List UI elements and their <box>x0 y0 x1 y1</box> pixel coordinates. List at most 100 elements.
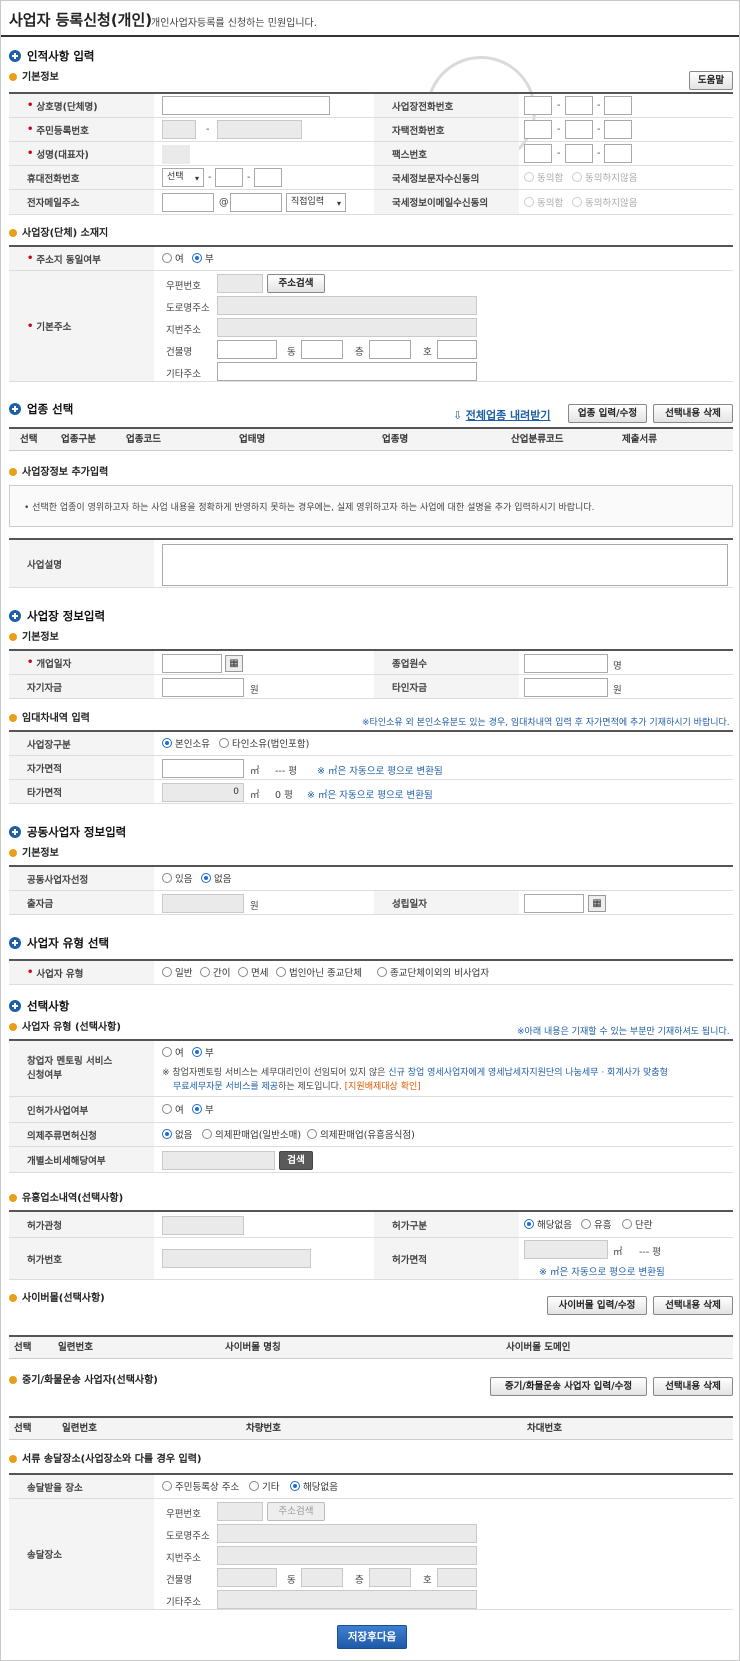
own-capital-input[interactable] <box>162 678 244 697</box>
bullet-icon <box>9 714 17 722</box>
delivery-dong-input <box>301 1568 343 1587</box>
name-value <box>162 145 190 164</box>
bullet-icon <box>9 1023 17 1031</box>
biz-phone-2[interactable] <box>565 96 593 115</box>
email-disagree-radio[interactable]: 동의하지않음 <box>572 197 637 209</box>
permit-danran-radio[interactable]: 단란 <box>622 1219 652 1231</box>
lease-other-radio[interactable]: 타인소유(법인포함) <box>219 738 309 750</box>
label-biztype: 사업자 유형 <box>36 968 84 980</box>
lease-form: 사업장구분 본인소유 타인소유(법인포함) 자가면적 ㎡ --- 평 ※ ㎡은 … <box>9 730 733 804</box>
optional-note: ※아래 내용은 기재할 수 있는 부분만 기재하셔도 됩니다. <box>517 1027 730 1037</box>
lease-note: ※타인소유 외 본인소유분도 있는 경우, 임대차내역 입력 후 자가면적에 추… <box>362 718 730 728</box>
industry-delete-button[interactable]: 선택내용 삭제 <box>653 404 733 423</box>
calendar-icon[interactable]: ▦ <box>588 895 606 912</box>
excise-input <box>162 1151 275 1170</box>
excise-search-button[interactable]: 검색 <box>279 1151 313 1170</box>
liquor-restaurant-radio[interactable]: 의제판매업(유흥음식점) <box>307 1129 415 1141</box>
row-email: 전자메일주소 @ 직접입력 ▾ 국세정보이메일수신동의 동의함 동의하지않음 <box>9 190 733 215</box>
save-next-button[interactable]: 저장후다음 <box>337 1625 407 1649</box>
freight-input-button[interactable]: 중기/화물운송 사업자 입력/수정 <box>490 1377 647 1396</box>
workplace-form: • 개업일자 ▦ 종업원수 명 자기자금 원 타인자금 원 <box>9 649 733 699</box>
section-workplace: 사업장 정보입력 <box>9 608 105 624</box>
open-date-input[interactable] <box>162 654 222 673</box>
dong-input[interactable] <box>301 340 343 359</box>
mentoring-note-line1: ※ 창업자멘토링 서비스는 세무대리인이 선임되어 있지 않은 신규 창업 영세… <box>162 1068 668 1078</box>
sms-agree-radio[interactable]: 동의함 <box>524 172 563 184</box>
label-sms-agree: 국세정보문자수신동의 <box>392 173 480 185</box>
joint-no-radio[interactable]: 없음 <box>201 873 231 885</box>
license-yes-radio[interactable]: 여 <box>162 1104 184 1116</box>
home-phone-3[interactable] <box>604 120 632 139</box>
delivery-floor-input <box>369 1568 411 1587</box>
permit-no-input <box>162 1249 311 1268</box>
resident-no-2 <box>217 120 302 139</box>
label-mentoring: 창업자 멘토링 서비스 신청여부 <box>27 1055 113 1081</box>
permit-entertain-radio[interactable]: 유흥 <box>581 1219 611 1231</box>
own-area-input[interactable] <box>162 759 244 778</box>
delivery-other-radio[interactable]: 기타 <box>249 1481 279 1493</box>
fax-3[interactable] <box>604 144 632 163</box>
est-date-input[interactable] <box>524 894 584 913</box>
industry-table-header: 선택 업종구분 업종코드 업태명 업종명 산업분류코드 제출서류 <box>9 427 733 451</box>
email-agree-radio[interactable]: 동의함 <box>524 197 563 209</box>
biztype-religious-radio[interactable]: 법인아닌 종교단체 <box>276 967 362 979</box>
email-domain-input[interactable] <box>230 193 282 212</box>
email-domain-select[interactable]: 직접입력 ▾ <box>286 193 346 212</box>
delivery-resident-radio[interactable]: 주민등록상 주소 <box>162 1481 239 1493</box>
liquor-retail-radio[interactable]: 의제판매업(일반소매) <box>202 1129 301 1141</box>
liquor-none-radio[interactable]: 없음 <box>162 1129 192 1141</box>
mobile-2[interactable] <box>215 168 243 187</box>
row-resident: • 주민등록번호 - 자택전화번호 - - <box>9 118 733 142</box>
company-name-input[interactable] <box>162 96 330 115</box>
zip-input <box>217 274 263 293</box>
biztype-nonbiz-radio[interactable]: 종교단체이외의 비사업자 <box>377 967 489 979</box>
industry-input-button[interactable]: 업종 입력/수정 <box>568 404 647 423</box>
same-address-no-radio[interactable]: 부 <box>192 253 214 265</box>
mentoring-yes-radio[interactable]: 여 <box>162 1047 184 1059</box>
home-phone-1[interactable] <box>524 120 552 139</box>
delivery-ho-input <box>437 1568 477 1587</box>
sms-disagree-radio[interactable]: 동의하지않음 <box>572 172 637 184</box>
ho-input[interactable] <box>437 340 477 359</box>
freight-delete-button[interactable]: 선택내용 삭제 <box>653 1377 733 1396</box>
subsection-basic-info: 기본정보 <box>9 71 59 85</box>
license-no-radio[interactable]: 부 <box>192 1104 214 1116</box>
home-phone-2[interactable] <box>565 120 593 139</box>
biztype-simple-radio[interactable]: 간이 <box>200 967 230 979</box>
biz-desc-textarea[interactable] <box>162 544 728 586</box>
fax-2[interactable] <box>565 144 593 163</box>
bizinfo-notice: • 선택한 업종이 영위하고자 하는 사업 내용을 정확하게 반영하지 못하는 … <box>9 485 733 527</box>
delivery-none-radio[interactable]: 해당없음 <box>290 1481 338 1493</box>
calendar-icon[interactable]: ▦ <box>225 655 243 672</box>
bullet-icon <box>9 1294 17 1302</box>
exclusion-check-link[interactable]: [지원배제대상 확인] <box>345 1082 421 1092</box>
cyber-input-button[interactable]: 사이버몰 입력/수정 <box>547 1296 647 1315</box>
download-industry-link[interactable]: ⇩ 전체업종 내려받기 <box>453 407 551 423</box>
biztype-exempt-radio[interactable]: 면세 <box>238 967 268 979</box>
lease-own-radio[interactable]: 본인소유 <box>162 738 210 750</box>
biztype-general-radio[interactable]: 일반 <box>162 967 192 979</box>
biz-phone-1[interactable] <box>524 96 552 115</box>
mentoring-no-radio[interactable]: 부 <box>192 1047 214 1059</box>
delivery-address-search-button[interactable]: 주소검색 <box>267 1502 325 1521</box>
address-search-button[interactable]: 주소검색 <box>267 274 325 293</box>
mobile-select[interactable]: 선택 ▾ <box>162 168 204 187</box>
same-address-yes-radio[interactable]: 여 <box>162 253 184 265</box>
building-input[interactable] <box>217 340 277 359</box>
employees-input[interactable] <box>524 654 608 673</box>
mobile-3[interactable] <box>254 168 282 187</box>
biz-phone-3[interactable] <box>604 96 632 115</box>
section-plus-icon <box>9 1000 21 1012</box>
permit-none-radio[interactable]: 해당없음 <box>524 1219 572 1231</box>
label-email: 전자메일주소 <box>27 198 80 209</box>
section-plus-icon <box>9 826 21 838</box>
other-capital-input[interactable] <box>524 678 608 697</box>
fax-1[interactable] <box>524 144 552 163</box>
bullet-icon <box>9 849 17 857</box>
joint-yes-radio[interactable]: 있음 <box>162 873 192 885</box>
email-id-input[interactable] <box>162 193 214 212</box>
extra-address-input[interactable] <box>217 362 477 381</box>
help-button[interactable]: 도움말 <box>689 71 733 90</box>
cyber-delete-button[interactable]: 선택내용 삭제 <box>653 1296 733 1315</box>
floor-input[interactable] <box>369 340 411 359</box>
